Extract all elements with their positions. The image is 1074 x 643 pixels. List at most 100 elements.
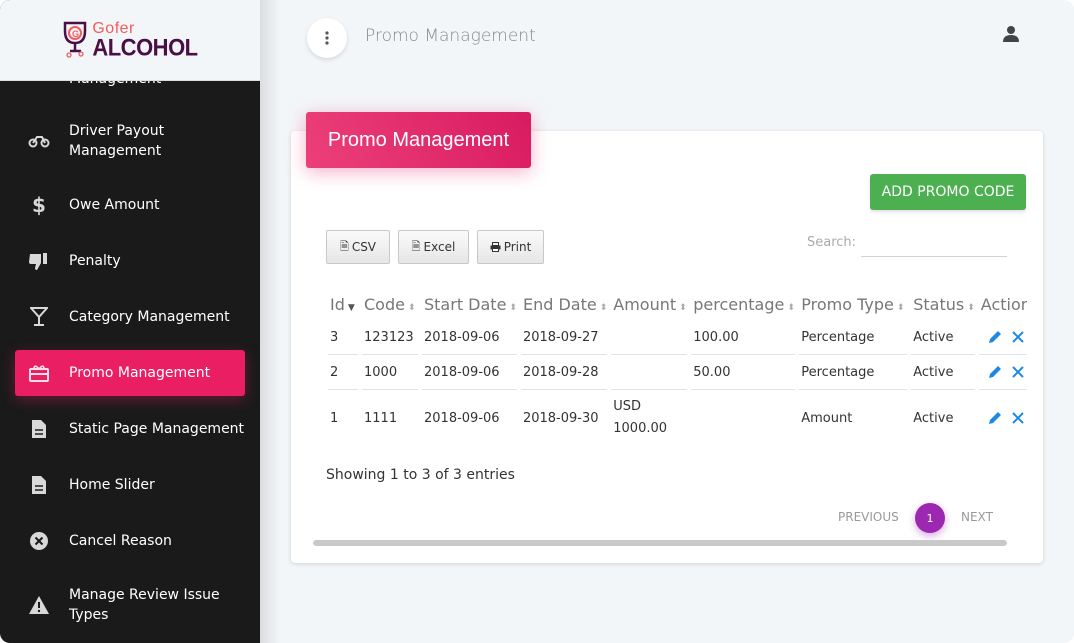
label-line-1: Manage Review Issue <box>69 587 220 603</box>
sidebar-item-cancel-reason[interactable]: Cancel Reason <box>0 513 260 569</box>
print-icon <box>490 242 501 252</box>
search-label: Search: <box>807 235 857 250</box>
table-row: 3 123123 2018-09-06 2018-09-27 100.00 Pe… <box>328 320 1027 355</box>
column-label: End Date <box>522 294 597 314</box>
cell-amount <box>611 320 688 355</box>
column-header-action: Action <box>979 288 1027 320</box>
column-label: Status <box>913 294 965 314</box>
sort-icon: ⬍ <box>787 302 795 313</box>
sort-icon: ⬍ <box>599 302 608 313</box>
edit-icon[interactable] <box>987 410 1003 426</box>
cell-promo-type: Percentage <box>799 355 908 390</box>
column-label: Start Date <box>424 294 507 314</box>
cell-code: 1000 <box>362 355 418 390</box>
cell-percentage: 100.00 <box>691 320 796 355</box>
svg-text:G: G <box>72 29 79 39</box>
user-icon[interactable] <box>1002 25 1022 45</box>
more-vertical-icon <box>325 31 329 45</box>
sidebar-item-static-page-management[interactable]: Static Page Management <box>0 401 260 457</box>
sidebar-item-driver-payout-management[interactable]: Driver Payout Management <box>0 105 260 177</box>
sidebar-item-promo-management[interactable]: Promo Management <box>15 350 245 396</box>
cell-end-date: 2018-09-30 <box>522 410 599 426</box>
sidebar-item-label: Category Management <box>69 309 230 325</box>
card-title: Promo Management <box>306 112 531 168</box>
thumbs-down-icon <box>28 250 50 272</box>
add-promo-code-button[interactable]: ADD PROMO CODE <box>870 174 1026 210</box>
document-icon <box>28 418 50 440</box>
excel-label: Excel <box>423 240 456 254</box>
cell-start-date: 2018-09-06 <box>424 410 500 426</box>
app-window: G Gofer ALCOHOL Management <box>0 0 1074 643</box>
sidebar-menu: Management Driver Payout Management $ Ow… <box>0 55 260 641</box>
promo-table: Id ▼ Code ⬍ Start Date ⬍ End Date ⬍ Amount ⬍ … <box>324 288 1031 446</box>
print-button[interactable]: Print <box>477 230 544 264</box>
amount-value: 1000.00 <box>613 421 668 436</box>
cell-action <box>979 390 1027 446</box>
dollar-icon: $ <box>32 193 46 217</box>
csv-label: CSV <box>351 240 377 254</box>
cell-start-date: 2018-09-06 <box>422 355 517 390</box>
amount-currency: USD <box>613 399 642 414</box>
sidebar-item-home-slider[interactable]: Home Slider <box>0 457 260 513</box>
edit-icon[interactable] <box>987 329 1003 345</box>
sidebar-item-label: Cancel Reason <box>69 533 172 549</box>
page-title: Promo Management <box>365 26 536 46</box>
cell-start-date: 2018-09-06 <box>422 320 517 355</box>
table-header-row: Id ▼ Code ⬍ Start Date ⬍ End Date ⬍ Amount ⬍ … <box>328 288 1027 320</box>
sidebar: G Gofer ALCOHOL Management <box>0 0 260 643</box>
pagination-previous[interactable]: PREVIOUS <box>838 510 899 524</box>
document-icon <box>28 474 50 496</box>
cell-id: 1 <box>330 410 339 426</box>
pagination-next[interactable]: NEXT <box>961 510 993 524</box>
cell-end-date: 2018-09-28 <box>520 355 608 390</box>
column-header-start-date[interactable]: Start Date ⬍ <box>422 288 517 320</box>
brand-line-2: ALCOHOL <box>92 33 198 62</box>
cell-code: 123123 <box>362 320 418 355</box>
print-label: Print <box>503 240 532 254</box>
sidebar-item-manage-review-issue-types[interactable]: Manage Review Issue Types <box>0 569 260 641</box>
csv-export-button[interactable]: 🗎 CSV <box>326 230 390 264</box>
sort-desc-icon: ▼ <box>347 302 355 313</box>
cell-amount: USD 1000.00 <box>611 390 687 446</box>
sidebar-item-label: Driver Payout Management <box>69 121 164 161</box>
cell-percentage: 50.00 <box>691 355 796 390</box>
search-input[interactable] <box>861 232 1007 257</box>
cell-promo-type: Amount <box>801 410 853 426</box>
column-header-percentage[interactable]: percentage ⬍ <box>691 288 795 320</box>
cell-end-date: 2018-09-27 <box>520 320 608 355</box>
pagination-page-1[interactable]: 1 <box>915 503 945 533</box>
sidebar-item-label: Penalty <box>69 253 121 269</box>
delete-icon[interactable] <box>1011 365 1025 379</box>
label-line-1: Driver Payout <box>69 123 165 139</box>
cell-status: Active <box>911 355 975 390</box>
sort-icon: ⬍ <box>679 302 687 313</box>
delete-icon[interactable] <box>1011 411 1025 425</box>
cell-code: 1111 <box>364 410 398 426</box>
column-header-code[interactable]: Code ⬍ <box>362 288 418 320</box>
excel-export-button[interactable]: 🗎 Excel <box>398 230 469 264</box>
sidebar-toggle-button[interactable] <box>307 18 347 58</box>
horizontal-scrollbar[interactable] <box>313 540 1007 546</box>
sort-icon: ⬍ <box>896 302 905 313</box>
cell-id: 2 <box>328 355 358 390</box>
file-excel-icon: 🗎 <box>339 239 349 253</box>
motorcycle-icon <box>28 130 50 152</box>
sidebar-item-penalty[interactable]: Penalty <box>0 233 260 289</box>
cell-percentage <box>691 390 795 446</box>
main-content: Promo Management ADD PROMO CODE 🗎 CSV 🗎 … <box>260 0 1074 643</box>
cell-promo-type: Percentage <box>799 320 908 355</box>
cell-id: 3 <box>328 320 358 355</box>
sidebar-item-owe-amount[interactable]: $ Owe Amount <box>0 177 260 233</box>
delete-icon[interactable] <box>1011 330 1025 344</box>
column-header-status[interactable]: Status ⬍ <box>911 288 975 320</box>
cell-status: Active <box>911 320 975 355</box>
column-header-amount[interactable]: Amount ⬍ <box>611 288 687 320</box>
table-row: 1 1111 2018-09-06 2018-09-30 USD 1000.00… <box>328 390 1027 446</box>
sidebar-item-category-management[interactable]: Category Management <box>0 289 260 345</box>
brand-logo[interactable]: G Gofer ALCOHOL <box>62 21 198 62</box>
column-header-promo-type[interactable]: Promo Type ⬍ <box>799 288 907 320</box>
column-header-id[interactable]: Id ▼ <box>328 288 358 320</box>
sort-icon: ⬍ <box>967 302 975 313</box>
edit-icon[interactable] <box>987 364 1003 380</box>
column-header-end-date[interactable]: End Date ⬍ <box>521 288 607 320</box>
